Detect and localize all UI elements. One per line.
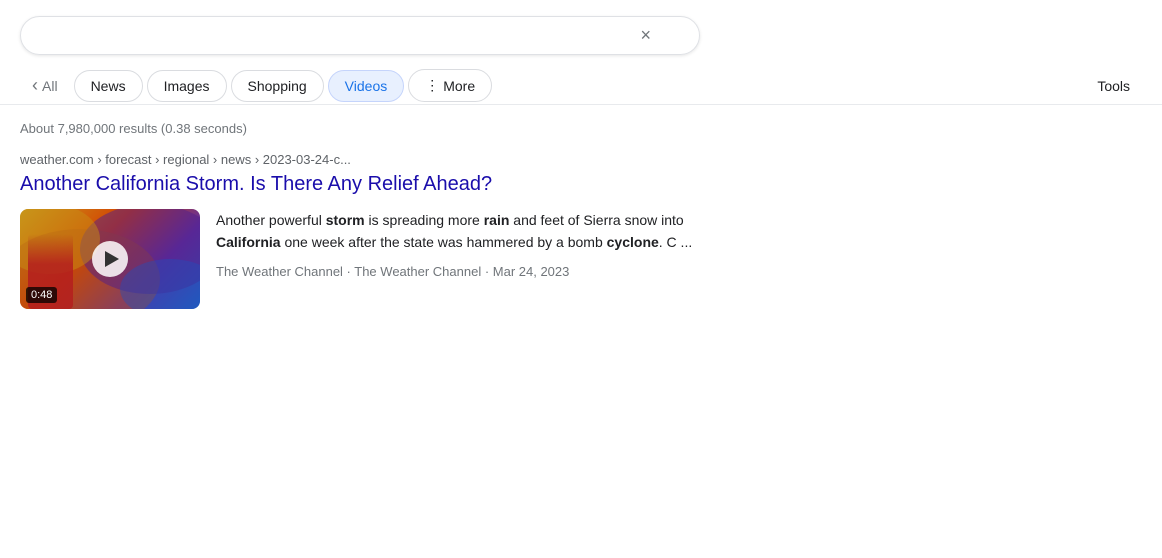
tab-videos[interactable]: Videos [328,70,405,102]
tools-button[interactable]: Tools [1085,70,1142,102]
tab-more[interactable]: ⋮ More [408,69,492,102]
nav-tabs: ‹ All News Images Shopping Videos ⋮ More… [0,67,1162,105]
result-title[interactable]: Another California Storm. Is There Any R… [20,171,740,197]
mic-button[interactable] [659,32,667,40]
dots-icon: ⋮ [425,77,439,94]
clear-icon[interactable]: × [640,25,651,46]
chevron-left-icon: ‹ [32,75,38,96]
all-label: All [42,78,58,94]
breadcrumb: weather.com › forecast › regional › news… [20,152,740,167]
top-bar: california storm ahead × [0,0,1162,67]
video-duration: 0:48 [26,287,57,303]
tab-news[interactable]: News [74,70,143,102]
play-button[interactable] [92,241,128,277]
results-summary: About 7,980,000 results (0.38 seconds) [0,105,1162,144]
tab-shopping[interactable]: Shopping [231,70,324,102]
all-tab[interactable]: ‹ All [20,67,70,104]
search-button[interactable] [675,32,683,40]
result-item: weather.com › forecast › regional › news… [0,144,760,325]
search-input[interactable]: california storm ahead [37,27,632,45]
play-icon [105,251,119,267]
result-meta: The Weather Channel · The Weather Channe… [216,262,740,283]
search-box: california storm ahead × [20,16,700,55]
tab-images[interactable]: Images [147,70,227,102]
result-snippet: Another powerful storm is spreading more… [216,209,740,283]
result-body: 0:48 Another powerful storm is spreading… [20,209,740,309]
video-thumbnail[interactable]: 0:48 [20,209,200,309]
more-label: More [443,78,475,94]
